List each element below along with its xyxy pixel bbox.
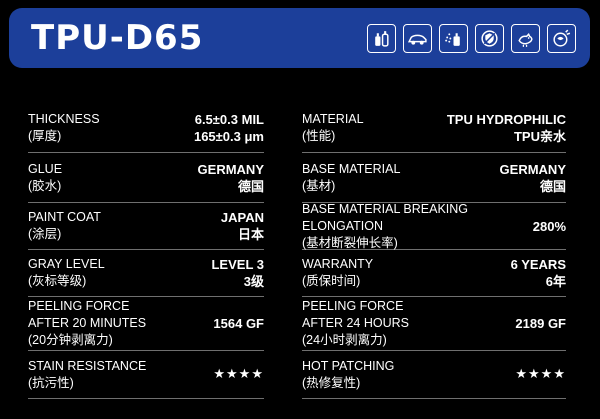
spec-label: BASE MATERIAL BREAKING ELONGATION (基材断裂伸长率… <box>302 201 468 252</box>
spec-value-line: 德国 <box>539 178 566 194</box>
spec-value-line: GERMANY <box>499 161 566 177</box>
spec-label-line: GLUE <box>28 161 63 176</box>
feature-icons <box>367 23 576 53</box>
spec-label-line: (性能) <box>302 129 336 143</box>
spec-value-line: LEVEL 3 <box>211 257 264 272</box>
spec-value: TPU HYDROPHILIC TPU亲水 <box>447 111 566 145</box>
heat-repair-icon <box>547 23 576 53</box>
spec-label: HOT PATCHING (热修复性) <box>302 358 394 392</box>
spec-label: PAINT COAT (涂层) <box>28 209 101 243</box>
product-title: TPU-D65 <box>31 18 204 58</box>
spec-row: MATERIAL (性能) TPU HYDROPHILIC TPU亲水 <box>302 104 566 153</box>
spec-value-line: TPU亲水 <box>513 129 566 144</box>
spec-value-line: 165±0.3 μm <box>193 129 264 144</box>
spec-label-line: GRAY LEVEL <box>28 257 105 271</box>
spec-value-line: GERMANY <box>197 161 264 177</box>
spec-label-line: (质保时间) <box>302 274 361 288</box>
spec-label-line: THICKNESS <box>28 112 100 126</box>
spec-label-line: STAIN RESISTANCE <box>28 358 147 373</box>
spec-row: HOT PATCHING (热修复性) ★★★★ <box>302 351 566 399</box>
spec-value-line: 日本 <box>237 227 264 242</box>
spec-value: 1564 GF <box>213 315 264 332</box>
spec-row: THICKNESS (厚度) 6.5±0.3 MIL 165±0.3 μm <box>28 104 264 153</box>
spec-row: GRAY LEVEL (灰标等级) LEVEL 3 3级 <box>28 250 264 297</box>
spec-column-left: THICKNESS (厚度) 6.5±0.3 MIL 165±0.3 μm GLUE (胶… <box>28 104 264 399</box>
spec-label-line: (胶水) <box>28 178 62 193</box>
spec-label-line: ELONGATION <box>302 218 384 233</box>
spec-row: BASE MATERIAL BREAKING ELONGATION (基材断裂伸长率… <box>302 201 566 252</box>
spec-label-line: (灰标等级) <box>28 274 87 288</box>
spec-value: 6.5±0.3 MIL 165±0.3 μm <box>194 111 264 145</box>
spec-label: WARRANTY (质保时间) <box>302 256 373 290</box>
spec-label-line: (厚度) <box>28 129 62 143</box>
bird-icon <box>511 23 540 53</box>
spec-label-line: PAINT COAT <box>28 210 101 224</box>
spec-value-line: TPU HYDROPHILIC <box>446 112 566 127</box>
spec-label: MATERIAL (性能) <box>302 111 364 145</box>
spec-row: WARRANTY (质保时间) 6 YEARS 6年 <box>302 250 566 297</box>
spec-label-line: (涂层) <box>28 227 62 241</box>
spec-row: PAINT COAT (涂层) JAPAN 日本 <box>28 203 264 250</box>
spec-label-line: HOT PATCHING <box>302 358 395 373</box>
spec-value-line: 德国 <box>237 178 264 194</box>
star-rating: ★★★★ <box>213 367 264 382</box>
spec-row: PEELING FORCE AFTER 24 HOURS (24小时剥离力) 2189… <box>302 297 566 351</box>
spec-label-line: (热修复性) <box>302 375 361 390</box>
spec-label-line: (基材) <box>302 178 336 193</box>
spec-value-line: 6 YEARS <box>510 257 566 272</box>
car-icon <box>403 23 432 53</box>
spec-label-line: BASE MATERIAL <box>302 161 401 176</box>
spec-label-line: (24小时剥离力) <box>302 333 387 347</box>
spec-value-line: 6年 <box>545 274 566 289</box>
spec-column-right: MATERIAL (性能) TPU HYDROPHILIC TPU亲水 BASE MAT… <box>302 104 566 399</box>
spec-label-line: BASE MATERIAL BREAKING <box>302 201 469 216</box>
spec-row: PEELING FORCE AFTER 20 MINUTES (20分钟剥离力) 15… <box>28 297 264 351</box>
spec-value: GERMANY 德国 <box>500 161 566 195</box>
spec-label: THICKNESS (厚度) <box>28 111 100 145</box>
spec-label-line: WARRANTY <box>302 257 374 271</box>
spec-row: BASE MATERIAL (基材) GERMANY 德国 <box>302 153 566 203</box>
spec-label-line: AFTER 24 HOURS <box>302 316 409 330</box>
spec-label: GRAY LEVEL (灰标等级) <box>28 256 105 290</box>
star-rating: ★★★★ <box>515 367 566 382</box>
spec-label-line: PEELING FORCE <box>28 299 130 313</box>
spec-value-line: 6.5±0.3 MIL <box>194 112 264 127</box>
spec-label-line: (基材断裂伸长率) <box>302 235 398 250</box>
paint-spray-icon <box>439 23 468 53</box>
spec-value: 280% <box>533 218 566 235</box>
spec-value: 2189 GF <box>515 315 566 332</box>
spec-label-line: PEELING FORCE <box>302 299 404 313</box>
spec-value: ★★★★ <box>515 366 566 383</box>
spec-label: PEELING FORCE AFTER 20 MINUTES (20分钟剥离力) <box>28 298 146 349</box>
spec-row: GLUE (胶水) GERMANY 德国 <box>28 153 264 203</box>
header-bar: TPU-D65 <box>9 8 590 68</box>
spec-label: PEELING FORCE AFTER 24 HOURS (24小时剥离力) <box>302 298 409 349</box>
spec-value-line: 1564 GF <box>213 316 264 331</box>
spec-value-line: 280% <box>532 218 566 234</box>
spec-label: GLUE (胶水) <box>28 161 62 195</box>
spec-value-line: JAPAN <box>220 210 264 225</box>
spec-value: 6 YEARS 6年 <box>511 256 566 290</box>
spec-label: STAIN RESISTANCE (抗污性) <box>28 358 146 392</box>
bottle-icon <box>367 23 396 53</box>
spec-label: BASE MATERIAL (基材) <box>302 161 400 195</box>
spec-value: GERMANY 德国 <box>198 161 264 195</box>
spec-value: LEVEL 3 3级 <box>211 256 264 290</box>
spec-row: STAIN RESISTANCE (抗污性) ★★★★ <box>28 351 264 399</box>
shield-icon <box>475 23 504 53</box>
spec-value: ★★★★ <box>213 366 264 383</box>
spec-label-line: MATERIAL <box>302 112 364 126</box>
spec-value: JAPAN 日本 <box>221 209 264 243</box>
spec-value-line: 2189 GF <box>515 316 566 331</box>
spec-label-line: (抗污性) <box>28 375 74 390</box>
spec-value-line: 3级 <box>243 274 264 289</box>
spec-label-line: AFTER 20 MINUTES <box>28 316 147 330</box>
spec-label-line: (20分钟剥离力) <box>28 333 113 347</box>
